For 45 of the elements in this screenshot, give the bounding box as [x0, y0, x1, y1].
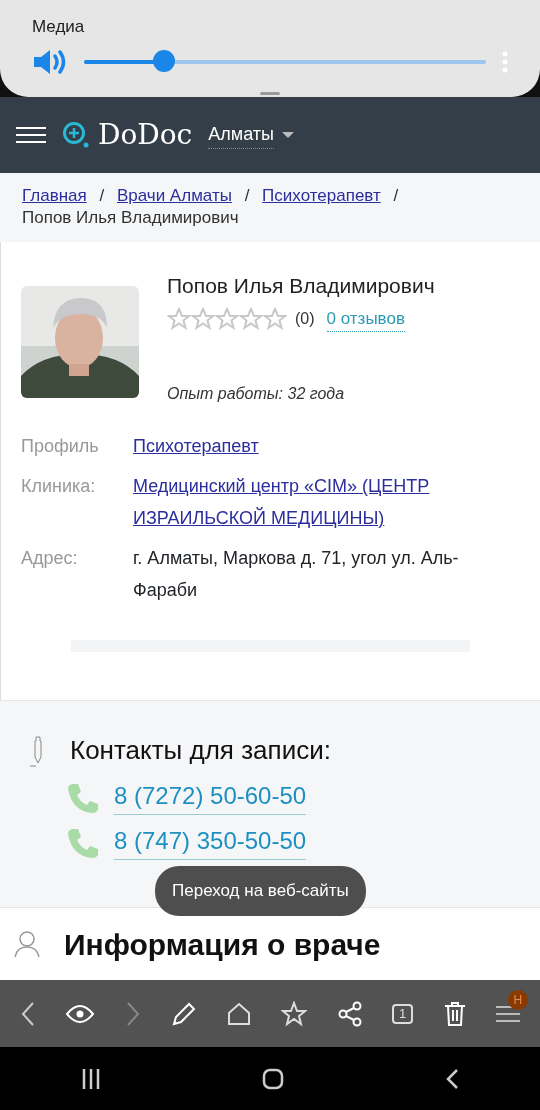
caret-icon[interactable]	[282, 131, 294, 139]
breadcrumb-current: Попов Илья Владимирович	[22, 207, 240, 229]
city-selector[interactable]: Алматы	[208, 121, 274, 149]
breadcrumb-separator: /	[393, 186, 399, 205]
field-label: Адрес:	[21, 547, 79, 570]
detail-link[interactable]: Медицинский центр «CIM» (ЦЕНТР ИЗРАИЛЬСКОЙ МЕДИЦИНЫ)	[133, 470, 520, 534]
toast-message: Переход на веб-сайты	[155, 866, 366, 916]
section-heading: Информация о враче	[64, 926, 381, 963]
doctor-name: Попов Илья Владимирович	[167, 273, 436, 299]
pencil-icon[interactable]	[170, 1000, 197, 1027]
site-logo[interactable]: DoDoc	[98, 114, 193, 156]
detail-link[interactable]: Психотерапевт	[133, 430, 259, 462]
recent-apps-icon[interactable]	[80, 1068, 101, 1089]
speaker-icon[interactable]	[32, 47, 68, 76]
breadcrumb-separator: /	[244, 186, 250, 205]
breadcrumb-separator: /	[99, 186, 105, 205]
back-icon[interactable]	[445, 1067, 460, 1090]
eye-icon[interactable]	[66, 1004, 95, 1023]
field-value: г. Алматы, Маркова д. 71, угол ул. Аль-Фараби	[133, 547, 460, 602]
slider-thumb[interactable]	[153, 49, 176, 72]
drag-handle[interactable]	[260, 91, 280, 95]
user-icon	[14, 930, 40, 958]
star-icon	[239, 306, 263, 331]
star-icon	[263, 306, 287, 331]
menu-icon[interactable]	[16, 126, 46, 144]
field-label: Клиника:	[21, 475, 97, 498]
volume-slider[interactable]	[84, 49, 486, 74]
share-icon[interactable]	[337, 1000, 362, 1027]
breadcrumb-link[interactable]: Психотерапевт	[262, 186, 381, 205]
panel-title: Медиа	[32, 16, 86, 38]
star-icon	[191, 306, 215, 331]
home-icon[interactable]	[227, 1001, 252, 1026]
field-label: Профиль	[21, 435, 100, 458]
rating-count: (0)	[295, 308, 315, 329]
contacts-heading: Контакты для записи:	[70, 734, 331, 767]
star-icon	[215, 306, 239, 331]
tabs-button[interactable]: 1	[392, 1003, 414, 1024]
home-icon[interactable]	[262, 1067, 284, 1090]
magnifier-plus-icon	[62, 121, 90, 149]
experience-text: Опыт работы: 32 года	[167, 384, 346, 404]
star-icon	[167, 306, 191, 331]
star-icon[interactable]	[281, 1000, 308, 1027]
breadcrumb-link[interactable]: Врачи Алматы	[116, 186, 232, 205]
trash-icon[interactable]	[443, 1000, 466, 1027]
breadcrumb-link[interactable]: Главная	[22, 186, 87, 205]
